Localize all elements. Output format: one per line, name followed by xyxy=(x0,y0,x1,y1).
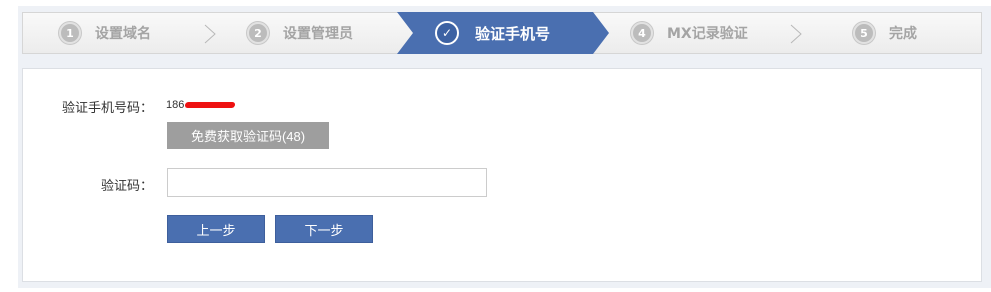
step-label-set-admin: 设置管理员 xyxy=(283,26,353,42)
chevron-right-icon xyxy=(790,24,802,44)
step-done: 5 完成 xyxy=(853,13,917,53)
check-icon: ✓ xyxy=(435,21,459,45)
phone-label: 验证手机号码： xyxy=(61,101,153,116)
step-label-done: 完成 xyxy=(889,26,917,42)
prev-step-button[interactable]: 上一步 xyxy=(167,215,265,243)
step-number-2: 2 xyxy=(247,22,269,44)
verification-code-label: 验证码： xyxy=(100,179,153,194)
step-number-5: 5 xyxy=(853,22,875,44)
next-step-button[interactable]: 下一步 xyxy=(275,215,373,243)
redaction-mark xyxy=(184,102,236,109)
chevron-right-icon xyxy=(204,24,216,44)
step-verify-phone: ✓ 验证手机号 xyxy=(397,12,609,54)
step-label-set-domain: 设置域名 xyxy=(95,26,151,42)
get-verification-code-button[interactable]: 免费获取验证码(48) xyxy=(167,122,329,149)
step-label-mx-record: MX记录验证 xyxy=(667,26,748,42)
step-mx-record: 4 MX记录验证 xyxy=(631,13,748,53)
step-label-verify-phone: 验证手机号 xyxy=(475,24,551,43)
step-number-1: 1 xyxy=(59,22,81,44)
step-progress-bar: 1 设置域名 2 设置管理员 ✓ 验证手机号 4 MX记录验证 5 完成 xyxy=(22,12,982,54)
verification-code-input[interactable] xyxy=(167,168,487,197)
step-set-domain: 1 设置域名 xyxy=(59,13,151,53)
step-set-admin: 2 设置管理员 xyxy=(247,13,353,53)
step-number-4: 4 xyxy=(631,22,653,44)
phone-number: 186 xyxy=(166,99,236,111)
verify-phone-form: 验证手机号码： 186 免费获取验证码(48) 验证码： 上一步 下一步 xyxy=(22,68,982,282)
phone-number-value: 186 xyxy=(166,99,185,111)
